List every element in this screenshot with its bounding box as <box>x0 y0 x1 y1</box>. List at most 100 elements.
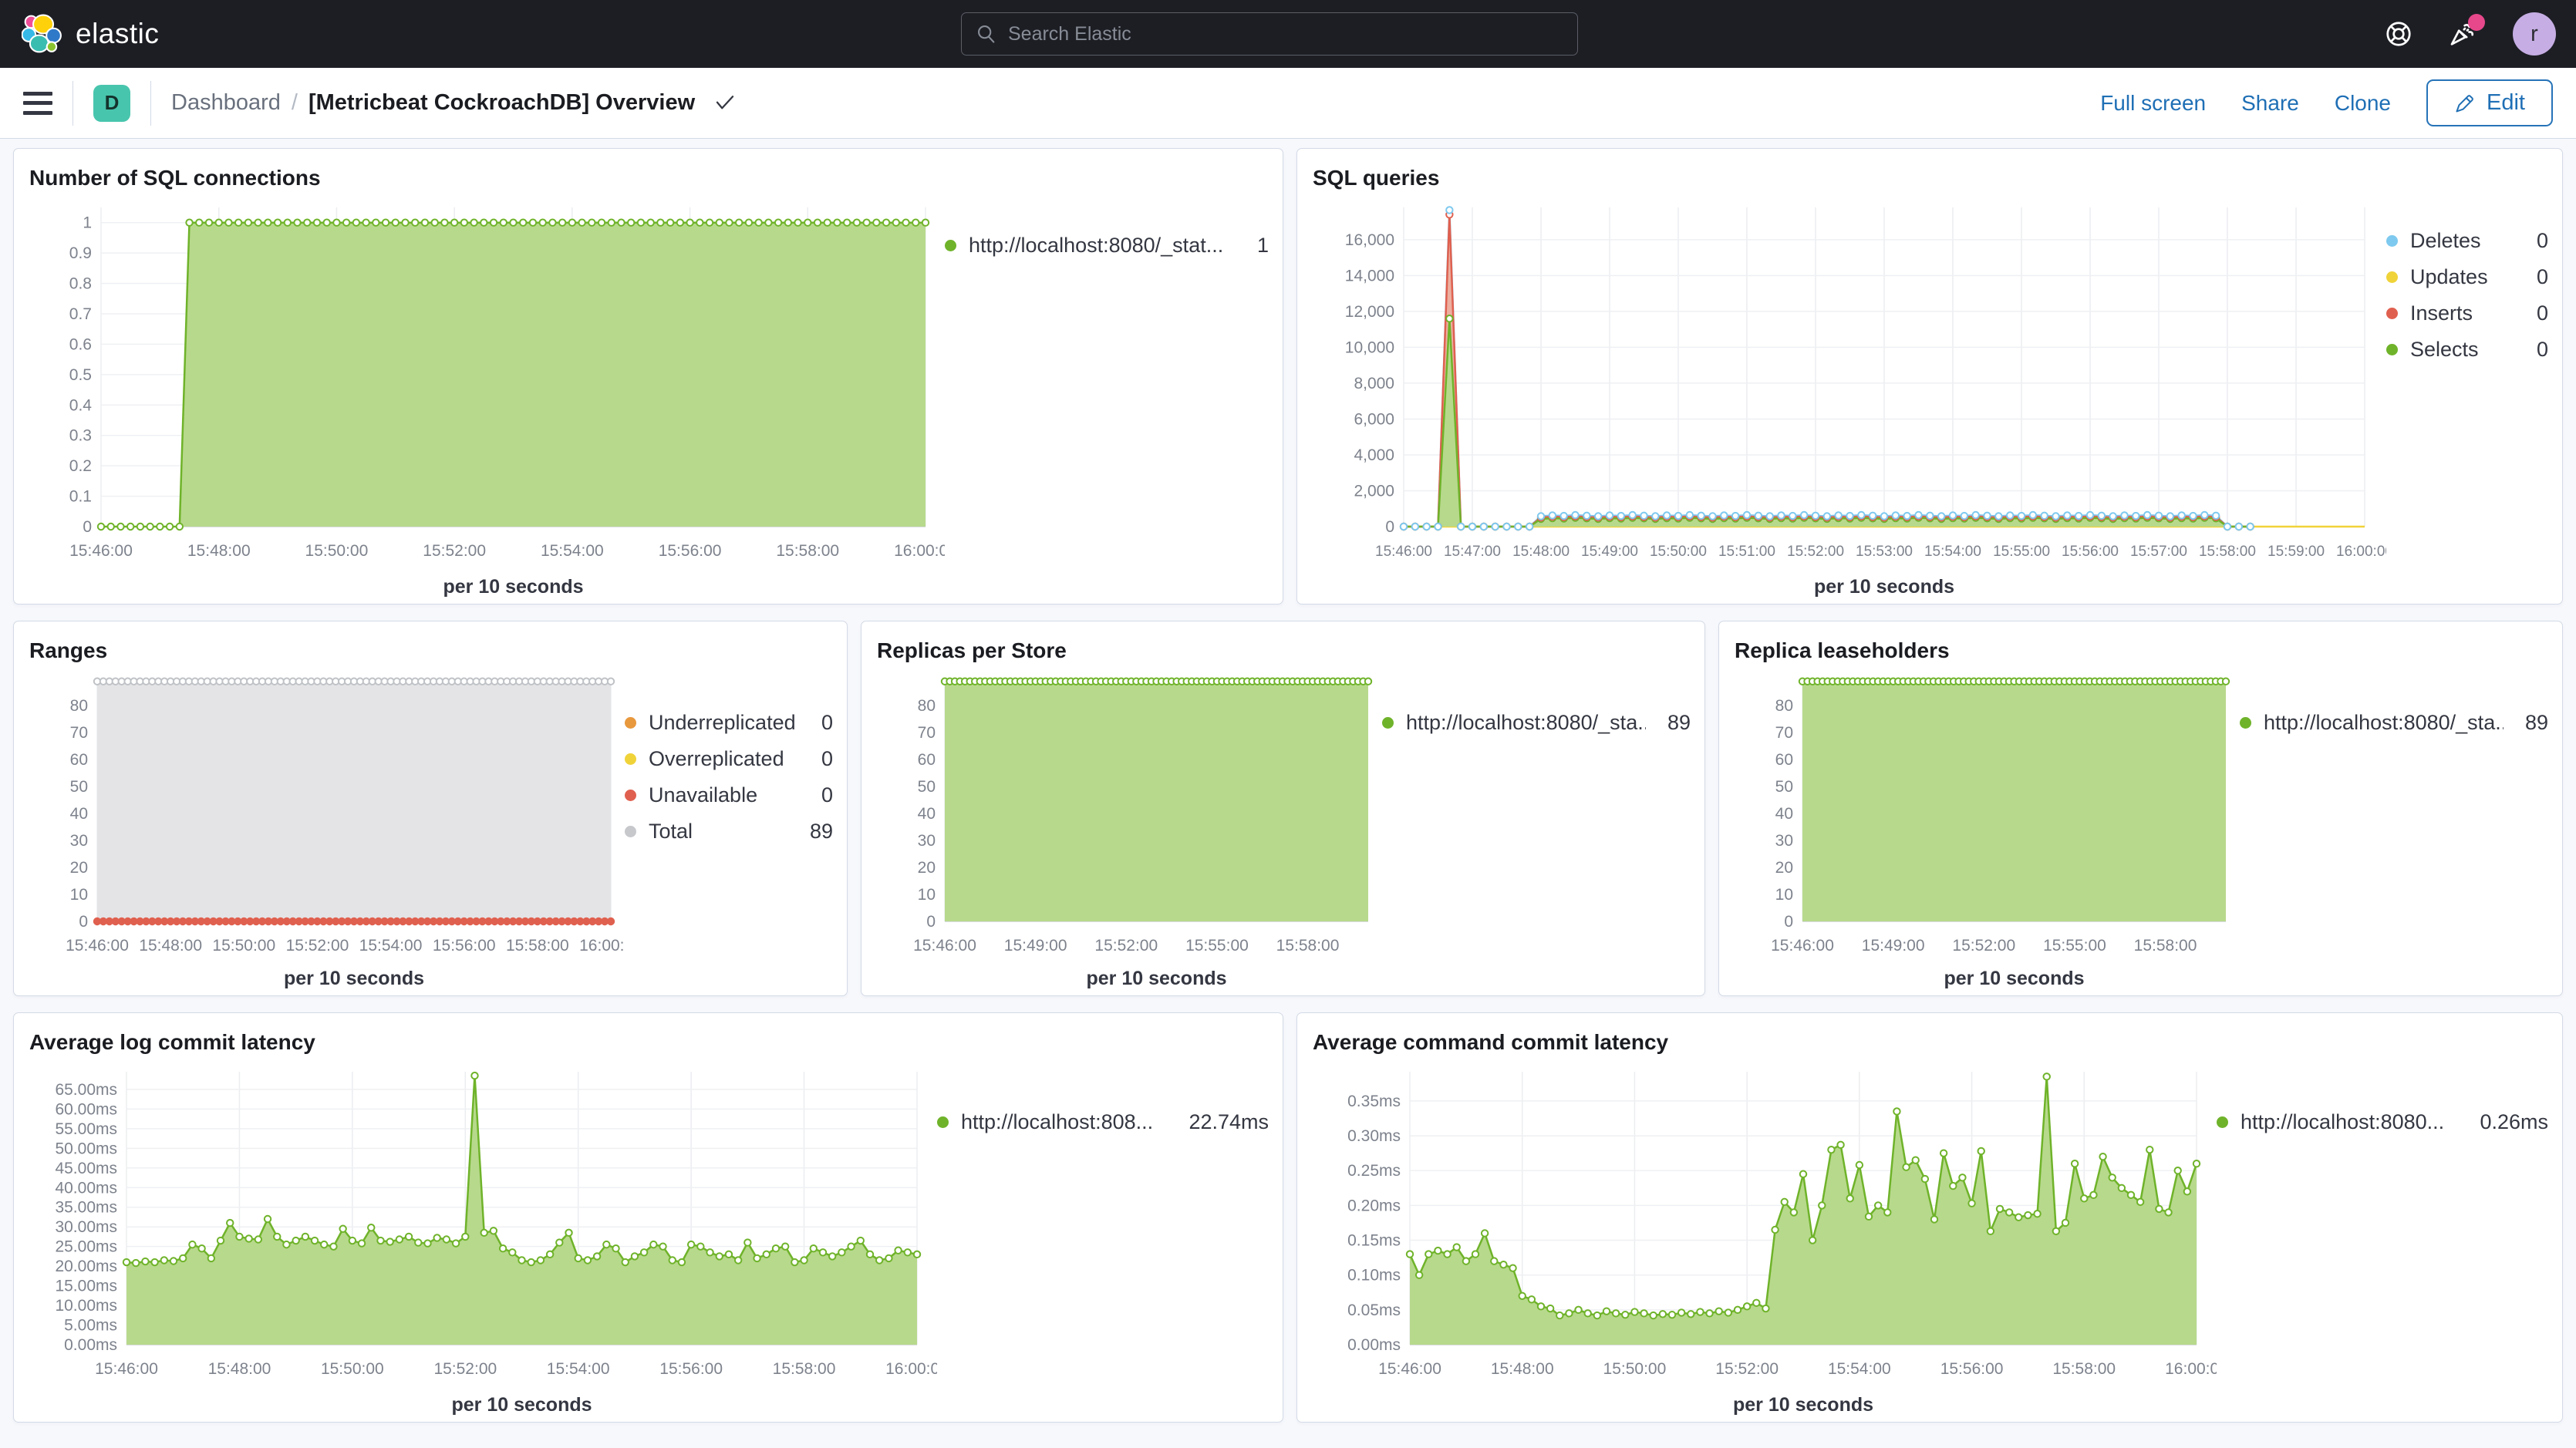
svg-text:0.15ms: 0.15ms <box>1347 1232 1401 1250</box>
chart-legend: http://localhost:8080/_sta...89 <box>2240 668 2548 995</box>
legend-item[interactable]: Selects0 <box>2386 338 2548 362</box>
svg-text:15:46:00: 15:46:00 <box>1375 544 1432 560</box>
svg-text:15:53:00: 15:53:00 <box>1856 544 1913 560</box>
full-screen-button[interactable]: Full screen <box>2100 91 2206 116</box>
svg-text:15:46:00: 15:46:00 <box>66 937 129 955</box>
svg-text:25.00ms: 25.00ms <box>55 1238 117 1256</box>
sql-connections-chart[interactable]: 10.90.80.70.60.50.40.30.20.1015:46:0015:… <box>28 195 945 604</box>
svg-text:15:58:00: 15:58:00 <box>1276 937 1340 955</box>
dashboard-app-badge: D <box>93 85 130 122</box>
svg-text:8,000: 8,000 <box>1354 375 1394 392</box>
legend-item[interactable]: Updates0 <box>2386 265 2548 289</box>
menu-icon[interactable] <box>23 92 52 115</box>
legend-swatch <box>2386 308 2398 319</box>
legend-item[interactable]: Inserts0 <box>2386 301 2548 325</box>
sql-queries-chart[interactable]: 16,00014,00012,00010,0008,0006,0004,0002… <box>1311 195 2386 604</box>
legend-item[interactable]: Overreplicated0 <box>625 747 833 771</box>
avg-log-commit-latency-chart[interactable]: 65.00ms60.00ms55.00ms50.00ms45.00ms40.00… <box>28 1059 937 1422</box>
svg-text:0.3: 0.3 <box>69 427 92 445</box>
breadcrumb-dashboard-link[interactable]: Dashboard <box>171 90 281 116</box>
svg-text:15:48:00: 15:48:00 <box>208 1360 271 1378</box>
svg-text:12,000: 12,000 <box>1345 303 1394 321</box>
legend-label: Underreplicated <box>649 711 796 735</box>
legend-swatch <box>2240 717 2251 729</box>
title-menu-icon[interactable] <box>713 93 737 113</box>
legend-item[interactable]: Deletes0 <box>2386 229 2548 253</box>
svg-text:15:54:00: 15:54:00 <box>1924 544 1981 560</box>
svg-text:15:52:00: 15:52:00 <box>1952 937 2015 955</box>
legend-swatch <box>2386 344 2398 355</box>
svg-text:40: 40 <box>70 805 88 823</box>
panel-sql-connections: Number of SQL connections 10.90.80.70.60… <box>13 148 1283 604</box>
panel-replica-leaseholders: Replica leaseholders 8070605040302010015… <box>1718 621 2563 996</box>
svg-text:15:46:00: 15:46:00 <box>95 1360 158 1378</box>
svg-text:10: 10 <box>70 886 88 904</box>
legend-value: 0 <box>2527 229 2548 253</box>
svg-text:15:56:00: 15:56:00 <box>659 542 722 560</box>
legend-value: 89 <box>801 820 833 844</box>
edit-button[interactable]: Edit <box>2426 79 2553 126</box>
svg-text:15:48:00: 15:48:00 <box>187 542 251 560</box>
svg-text:30: 30 <box>1775 832 1793 850</box>
svg-text:15:50:00: 15:50:00 <box>305 542 369 560</box>
svg-text:15:59:00: 15:59:00 <box>2267 544 2325 560</box>
legend-item[interactable]: Underreplicated0 <box>625 711 833 735</box>
svg-text:0: 0 <box>1784 913 1793 931</box>
global-search[interactable] <box>961 12 1578 56</box>
svg-text:15:52:00: 15:52:00 <box>286 937 349 955</box>
share-button[interactable]: Share <box>2241 91 2299 116</box>
panel-sql-queries: SQL queries 16,00014,00012,00010,0008,00… <box>1296 148 2563 604</box>
panel-title: Ranges <box>14 621 847 668</box>
svg-text:40: 40 <box>918 805 936 823</box>
svg-text:15:58:00: 15:58:00 <box>2199 544 2256 560</box>
svg-text:55.00ms: 55.00ms <box>55 1120 117 1138</box>
divider <box>150 81 151 126</box>
clone-button[interactable]: Clone <box>2335 91 2391 116</box>
legend-item[interactable]: http://localhost:8080/_stat...1 <box>945 234 1269 258</box>
legend-item[interactable]: http://localhost:8080/_sta...89 <box>1382 711 1691 735</box>
svg-text:60: 60 <box>70 751 88 769</box>
dashboard-grid: Number of SQL connections 10.90.80.70.60… <box>0 139 2576 1423</box>
newsfeed-icon[interactable] <box>2448 19 2479 49</box>
legend-swatch <box>2386 235 2398 247</box>
edit-button-label: Edit <box>2487 90 2525 116</box>
elastic-logo[interactable]: elastic <box>0 13 159 55</box>
svg-text:70: 70 <box>70 724 88 742</box>
svg-text:0: 0 <box>926 913 936 931</box>
ranges-chart[interactable]: 8070605040302010015:46:0015:48:0015:50:0… <box>28 668 625 995</box>
legend-item[interactable]: Total89 <box>625 820 833 844</box>
svg-text:15:48:00: 15:48:00 <box>1512 544 1570 560</box>
legend-item[interactable]: http://localhost:808...22.74ms <box>937 1110 1269 1134</box>
search-input[interactable] <box>1008 23 1563 45</box>
svg-text:0.05ms: 0.05ms <box>1347 1302 1401 1319</box>
legend-label: Inserts <box>2410 301 2473 325</box>
legend-swatch <box>2386 271 2398 283</box>
svg-text:0.20ms: 0.20ms <box>1347 1197 1401 1214</box>
dashboard-nav-bar: D Dashboard / [Metricbeat CockroachDB] O… <box>0 68 2576 139</box>
legend-label: http://localhost:8080/_stat... <box>969 234 1223 258</box>
legend-item[interactable]: http://localhost:8080...0.26ms <box>2217 1110 2548 1134</box>
svg-text:15:52:00: 15:52:00 <box>1094 937 1158 955</box>
chart-legend: http://localhost:8080...0.26ms <box>2217 1059 2548 1422</box>
svg-text:0.6: 0.6 <box>69 335 92 353</box>
legend-item[interactable]: Unavailable0 <box>625 783 833 807</box>
legend-label: http://localhost:8080/_sta... <box>1406 711 1646 735</box>
panel-ranges: Ranges 8070605040302010015:46:0015:48:00… <box>13 621 848 996</box>
svg-text:0.25ms: 0.25ms <box>1347 1162 1401 1180</box>
svg-text:0: 0 <box>1385 518 1394 536</box>
user-avatar[interactable]: r <box>2513 12 2556 56</box>
svg-text:15:55:00: 15:55:00 <box>1185 937 1249 955</box>
divider <box>72 81 73 126</box>
svg-text:0.00ms: 0.00ms <box>64 1336 117 1354</box>
svg-text:0: 0 <box>83 518 92 536</box>
replica-leaseholders-chart[interactable]: 8070605040302010015:46:0015:49:0015:52:0… <box>1733 668 2240 995</box>
replicas-per-store-chart[interactable]: 8070605040302010015:46:0015:49:0015:52:0… <box>875 668 1382 995</box>
avg-command-commit-latency-chart[interactable]: 0.35ms0.30ms0.25ms0.20ms0.15ms0.10ms0.05… <box>1311 1059 2217 1422</box>
svg-text:15:51:00: 15:51:00 <box>1718 544 1775 560</box>
legend-item[interactable]: http://localhost:8080/_sta...89 <box>2240 711 2548 735</box>
panel-title: SQL queries <box>1297 149 2562 195</box>
svg-text:0: 0 <box>79 913 88 931</box>
svg-text:15:52:00: 15:52:00 <box>1715 1360 1779 1378</box>
svg-text:65.00ms: 65.00ms <box>55 1081 117 1099</box>
help-icon[interactable] <box>2383 19 2414 49</box>
